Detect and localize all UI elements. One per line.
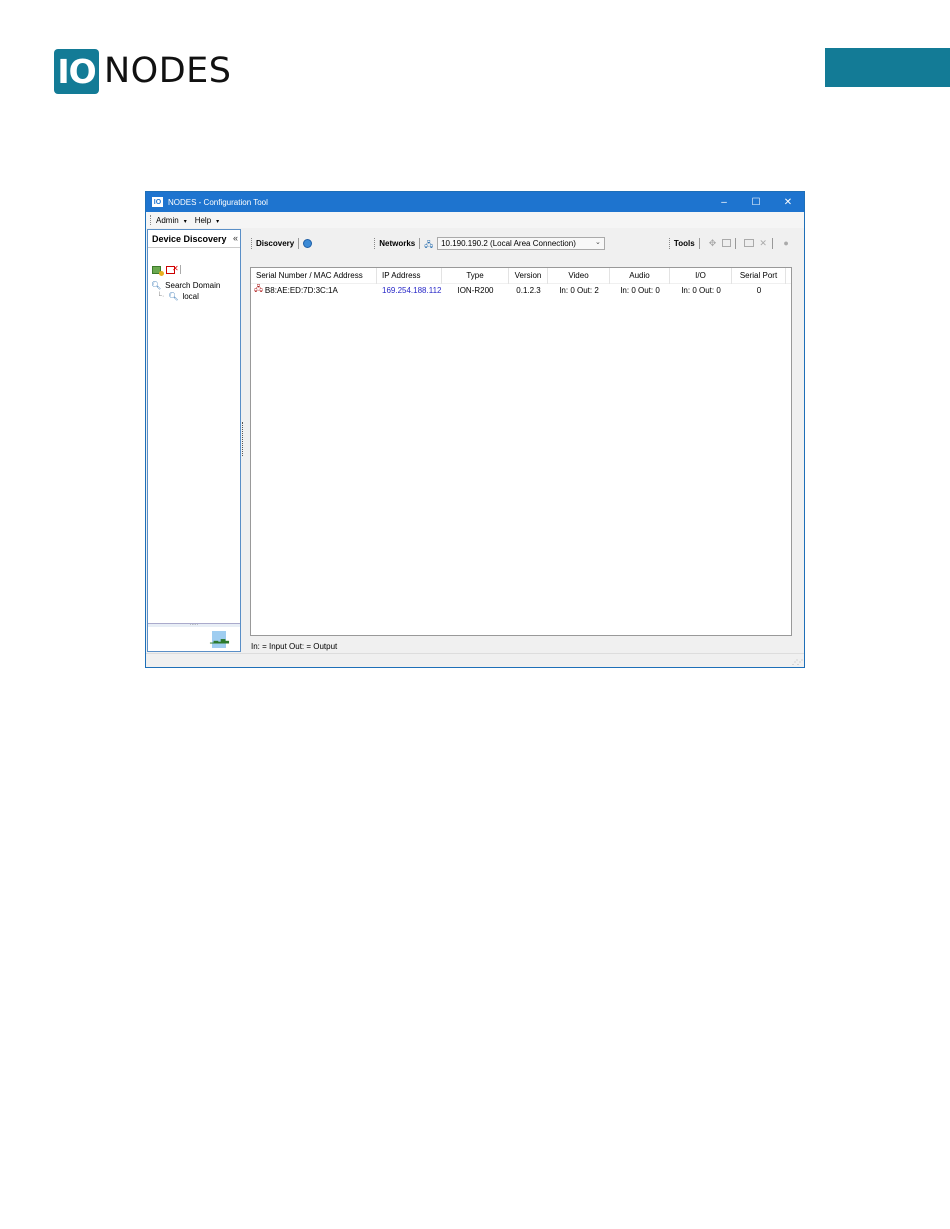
cell-video: In: 0 Out: 2 xyxy=(559,285,599,295)
cell-ip[interactable]: 169.254.188.112 xyxy=(377,286,442,295)
chevron-down-icon: ▾ xyxy=(216,218,220,225)
toolbar-grip xyxy=(668,237,671,249)
column-header-audio[interactable]: Audio xyxy=(610,267,670,284)
network-select-value: 10.190.190.2 (Local Area Connection) xyxy=(441,238,576,248)
menu-admin-label: Admin xyxy=(156,215,179,225)
cell-serial: 🖧︎ B8:AE:ED:7D:3C:1A xyxy=(251,283,377,297)
cell-type: ION-R200 xyxy=(457,285,494,295)
move-icon[interactable]: ✥ xyxy=(708,238,718,248)
magnifier-icon: 🔍︎ xyxy=(151,281,162,290)
menu-admin[interactable]: Admin ▾ xyxy=(156,216,187,225)
pane-title: Device Discovery xyxy=(152,233,227,244)
web-page-icon[interactable] xyxy=(744,239,755,247)
tree-item-local[interactable]: └· 🔍︎ local xyxy=(151,291,240,302)
menu-grip xyxy=(150,215,152,225)
column-header-type[interactable]: Type xyxy=(442,267,509,284)
tools-label: Tools xyxy=(673,238,695,248)
column-header-io[interactable]: I/O xyxy=(670,267,732,284)
menu-help[interactable]: Help ▾ xyxy=(195,216,219,225)
close-button[interactable]: ✕ xyxy=(772,192,804,212)
cell-io: In: 0 Out: 0 xyxy=(681,285,721,295)
tools-icon[interactable]: ✕ xyxy=(758,238,768,248)
window-title: NODES - Configuration Tool xyxy=(168,197,268,207)
resize-grip-icon[interactable]: ⋰⋰ xyxy=(792,659,803,666)
tree-connector-icon: └· xyxy=(157,293,165,300)
add-domain-icon[interactable] xyxy=(152,265,164,276)
chevron-down-icon: ▾ xyxy=(183,218,187,225)
discovery-label: Discovery xyxy=(255,238,295,248)
tree-item-search-domain[interactable]: 🔍︎ Search Domain xyxy=(151,280,240,291)
pane-splitter[interactable]: ····· xyxy=(148,623,240,628)
column-header-serial[interactable]: Serial Number / MAC Address xyxy=(251,267,377,284)
magnifier-icon: 🔍︎ xyxy=(168,292,179,301)
menu-bar: Admin ▾ Help ▾ xyxy=(146,212,804,228)
collapse-pane-button[interactable]: « xyxy=(233,233,238,243)
table-header: Serial Number / MAC Address IP Address T… xyxy=(251,267,791,284)
device-list: Serial Number / MAC Address IP Address T… xyxy=(250,267,792,636)
main-toolbar: Discovery Networks 🖧︎ 10.190.190.2 (Loca… xyxy=(251,234,791,252)
refresh-icon[interactable] xyxy=(303,238,313,248)
toolbar-separator xyxy=(698,237,700,249)
vertical-splitter[interactable] xyxy=(242,422,244,456)
header-accent-band xyxy=(825,48,950,87)
remove-domain-icon[interactable] xyxy=(166,264,179,274)
tree-label: Search Domain xyxy=(165,281,221,290)
table-row[interactable]: 🖧︎ B8:AE:ED:7D:3C:1A 169.254.188.112 ION… xyxy=(251,284,791,296)
toolbar-separator xyxy=(772,237,774,249)
pane-bottom-panel: ▁▃▂▅▃ xyxy=(148,628,240,651)
toolbar-separator xyxy=(419,237,421,249)
toolbar-separator xyxy=(180,265,181,274)
window-controls: – ☐ ✕ xyxy=(708,192,804,212)
io-legend: In: = Input Out: = Output xyxy=(251,642,338,651)
configuration-tool-window: IO NODES - Configuration Tool – ☐ ✕ Admi… xyxy=(145,191,805,668)
network-activity-icon: ▁▃▂▅▃ xyxy=(210,631,229,648)
logo-wordmark: NODES xyxy=(104,51,232,91)
toolbar-grip xyxy=(251,237,253,249)
status-bar: ⋰⋰ xyxy=(146,653,804,667)
network-icon: 🖧︎ xyxy=(424,239,434,249)
domain-toolbar xyxy=(148,263,240,276)
menu-help-label: Help xyxy=(194,215,212,225)
device-config-icon[interactable] xyxy=(721,239,732,247)
column-header-ip[interactable]: IP Address xyxy=(377,267,442,284)
toolbar-separator xyxy=(735,237,737,249)
logo-mark: IO xyxy=(54,48,99,94)
cell-audio: In: 0 Out: 0 xyxy=(620,285,660,295)
cell-serial-port: 0 xyxy=(756,285,762,295)
pane-header: Device Discovery « xyxy=(148,230,240,248)
device-icon: 🖧︎ xyxy=(254,284,263,293)
maximize-button[interactable]: ☐ xyxy=(740,192,772,212)
ionodes-logo: IO NODES xyxy=(54,48,232,94)
chevron-down-icon: ⌄ xyxy=(594,238,601,246)
cell-serial-text: B8:AE:ED:7D:3C:1A xyxy=(264,285,338,295)
column-header-version[interactable]: Version xyxy=(509,267,548,284)
info-icon[interactable]: ● xyxy=(781,238,791,248)
column-header-serial-port[interactable]: Serial Port xyxy=(732,267,786,284)
cell-version: 0.1.2.3 xyxy=(516,285,541,295)
network-select[interactable]: 10.190.190.2 (Local Area Connection) ⌄ xyxy=(437,236,605,250)
app-icon: IO xyxy=(152,197,163,207)
device-discovery-pane: Device Discovery « 🔍︎ Search Domain └· 🔍… xyxy=(147,229,241,652)
networks-label: Networks xyxy=(379,238,416,248)
tree-label: local xyxy=(182,292,199,301)
toolbar-separator xyxy=(298,237,300,249)
title-bar[interactable]: IO NODES - Configuration Tool – ☐ ✕ xyxy=(146,192,804,212)
toolbar-grip xyxy=(374,237,376,249)
minimize-button[interactable]: – xyxy=(708,192,740,212)
column-header-video[interactable]: Video xyxy=(548,267,610,284)
search-domain-tree: 🔍︎ Search Domain └· 🔍︎ local xyxy=(148,280,240,302)
